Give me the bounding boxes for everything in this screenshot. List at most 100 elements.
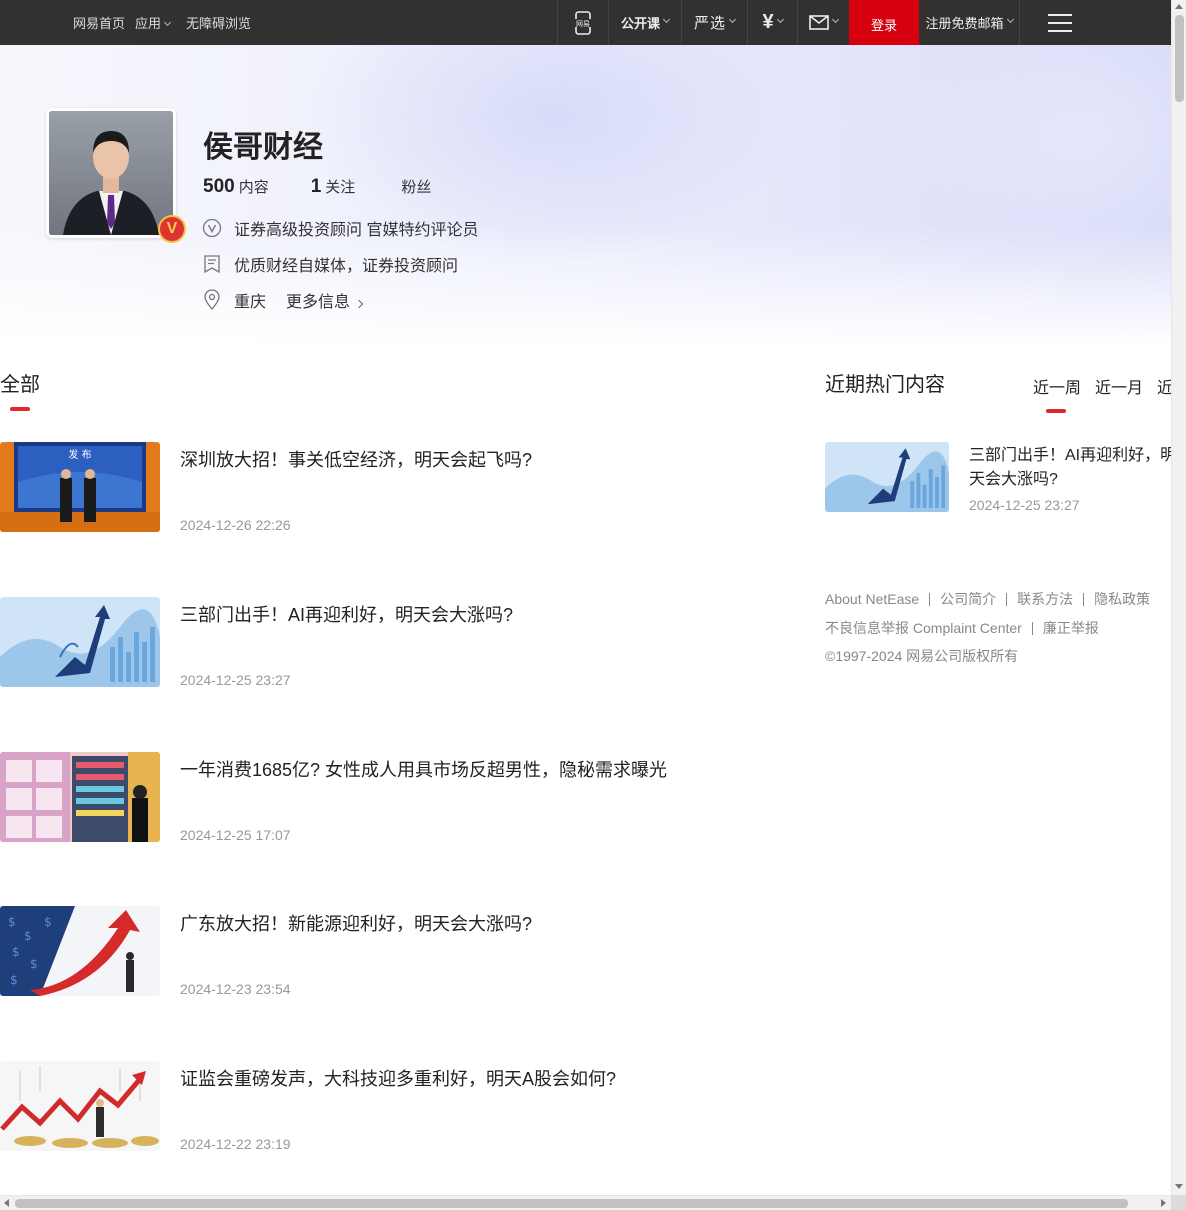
location-pin-icon (202, 289, 222, 310)
article-item[interactable]: 一年消费1685亿? 女性成人用具市场反超男性，隐秘需求曝光 2024-12-2… (0, 752, 760, 844)
copyright-label: ©1997-2024 网易公司版权所有 (825, 648, 1019, 664)
stat-content[interactable]: 500 内容 (203, 176, 269, 198)
yuan-icon: ¥ (762, 11, 774, 33)
more-info-label: 更多信息 (286, 294, 351, 311)
horizontal-scrollbar[interactable] (0, 1195, 1171, 1210)
stat-content-value: 500 (203, 176, 235, 197)
scroll-up-arrow-icon[interactable] (1175, 4, 1183, 9)
chevron-down-icon (662, 15, 671, 24)
register-mail-menu[interactable]: 注册免费邮箱 (919, 0, 1019, 45)
article-thumbnail[interactable]: 发 布 (0, 442, 160, 532)
verified-v-badge-icon: V (158, 215, 186, 243)
press-conference-image: 发 布 (0, 442, 160, 532)
payment-menu[interactable]: ¥ (747, 0, 797, 45)
stat-fans-label: 粉丝 (401, 179, 432, 196)
yanxuan-logo: 严选 (693, 14, 726, 32)
article-date: 2024-12-25 17:07 (180, 827, 291, 843)
more-info-link[interactable]: 更多信息 (286, 288, 364, 312)
mobile-app-button[interactable]: 网易 (557, 0, 608, 45)
stock-chart-arrow-image (0, 597, 160, 687)
description-row: 优质财经自媒体，证券投资顾问 (202, 252, 458, 276)
article-title[interactable]: 深圳放大招！事关低空经济，明天会起飞吗? (180, 446, 532, 472)
svg-text:$: $ (44, 915, 52, 929)
company-intro-link[interactable]: 公司简介 (940, 589, 996, 609)
hot-item-title[interactable]: 三部门出手！AI再迎利好，明天会大涨吗? (969, 444, 1171, 492)
article-title[interactable]: 证监会重磅发声，大科技迎多重利好，明天A股会如何? (180, 1065, 616, 1091)
stat-fans[interactable]: 粉丝 (397, 176, 431, 198)
vertical-scroll-thumb[interactable] (1175, 15, 1184, 102)
article-title[interactable]: 一年消费1685亿? 女性成人用具市场反超男性，隐秘需求曝光 (180, 756, 667, 782)
stat-following-value: 1 (310, 176, 322, 197)
chevron-down-icon (831, 15, 840, 24)
tab-all[interactable]: 全部 (0, 368, 40, 397)
tab-past-three-months[interactable]: 近三月 (1157, 374, 1171, 398)
hot-content-title: 近期热门内容 (825, 374, 945, 396)
profile-name: 侯哥财经 (203, 131, 323, 164)
open-course-label: 公开课 (620, 16, 660, 31)
avatar-portrait-image (49, 111, 173, 235)
article-thumbnail[interactable] (0, 752, 160, 842)
chevron-down-icon (163, 18, 172, 27)
article-title[interactable]: 三部门出手！AI再迎利好，明天会大涨吗? (180, 601, 513, 627)
chevron-right-icon (354, 299, 364, 309)
horizontal-scroll-thumb[interactable] (15, 1199, 1128, 1208)
scroll-left-arrow-icon[interactable] (4, 1199, 9, 1207)
accessibility-link[interactable]: 无障碍浏览 (186, 13, 251, 32)
article-title[interactable]: 广东放大招！新能源迎利好，明天会大涨吗? (180, 910, 532, 936)
footer-links-row-1: About NetEase 公司简介 联系方法 隐私政策 (825, 589, 1150, 609)
svg-text:$: $ (8, 915, 16, 929)
svg-text:发 布: 发 布 (68, 448, 91, 461)
article-item[interactable]: 证监会重磅发声，大科技迎多重利好，明天A股会如何? 2024-12-22 23:… (0, 1061, 760, 1153)
svg-text:$: $ (12, 945, 20, 959)
article-thumbnail[interactable]: $ $ $ $ $ $ (0, 906, 160, 996)
profile-stats: 500 内容 1 关注 粉丝 (203, 176, 431, 198)
hamburger-menu-button[interactable] (1019, 0, 1099, 45)
stock-chart-arrow-image (825, 442, 949, 512)
footer-links-row-2: 不良信息举报 Complaint Center 廉正举报 (825, 618, 1099, 638)
register-mail-label: 注册免费邮箱 (925, 16, 1004, 31)
chevron-down-icon (728, 15, 737, 24)
login-button[interactable]: 登录 (849, 0, 919, 48)
article-thumbnail[interactable] (0, 1061, 160, 1151)
verified-circle-icon (202, 218, 222, 238)
location-row: 重庆 更多信息 (202, 288, 364, 312)
mail-menu[interactable] (797, 0, 849, 45)
article-item[interactable]: $ $ $ $ $ $ 广东放大招！新能源迎利好，明天会大涨吗? 2024-12-23 2… (0, 906, 760, 998)
about-netease-link[interactable]: About NetEase (825, 591, 919, 607)
open-course-menu[interactable]: 公开课 (608, 0, 681, 45)
hot-item-date: 2024-12-25 23:27 (969, 497, 1080, 513)
location-text: 重庆 (234, 294, 267, 311)
contact-link[interactable]: 联系方法 (1017, 589, 1073, 609)
article-date: 2024-12-25 23:27 (180, 672, 291, 688)
scroll-down-arrow-icon[interactable] (1175, 1184, 1183, 1189)
top-left-links: 网易首页 应用 无障碍浏览 (73, 0, 251, 45)
scroll-right-arrow-icon[interactable] (1161, 1199, 1166, 1207)
mail-icon (809, 15, 829, 30)
article-date: 2024-12-22 23:19 (180, 1136, 291, 1152)
netease-home-link[interactable]: 网易首页 (73, 13, 125, 32)
verification-text: 证券高级投资顾问 官媒特约评论员 (234, 222, 479, 239)
svg-text:网易: 网易 (576, 20, 590, 28)
vending-shop-image (0, 752, 160, 842)
integrity-report-link[interactable]: 廉正举报 (1043, 618, 1099, 638)
article-thumbnail[interactable] (0, 597, 160, 687)
apps-menu[interactable]: 应用 (135, 13, 172, 32)
article-item[interactable]: 三部门出手！AI再迎利好，明天会大涨吗? 2024-12-25 23:27 (0, 597, 760, 689)
article-item[interactable]: 发 布 深圳放大招！事关低空经济，明天会起飞吗? 2024-12-26 22:2… (0, 442, 760, 534)
tab-past-month[interactable]: 近一月 (1095, 374, 1143, 398)
hot-content-item[interactable]: 三部门出手！AI再迎利好，明天会大涨吗? 2024-12-25 23:27 (825, 442, 1171, 514)
svg-text:$: $ (10, 973, 18, 987)
bookmark-icon (202, 254, 222, 274)
tab-past-week[interactable]: 近一周 (1033, 374, 1081, 398)
privacy-policy-link[interactable]: 隐私政策 (1094, 589, 1150, 609)
top-navbar: 网易首页 应用 无障碍浏览 网易 公开课 严选 ¥ 登录 注册免费邮箱 (0, 0, 1171, 48)
svg-text:$: $ (30, 957, 38, 971)
stat-following[interactable]: 1 关注 (311, 176, 356, 198)
hot-item-thumbnail[interactable] (825, 442, 949, 512)
tab-past-week-active-indicator (1046, 409, 1066, 413)
top-right-nav: 网易 公开课 严选 ¥ 登录 注册免费邮箱 (557, 0, 1099, 48)
yanxuan-menu[interactable]: 严选 (681, 0, 747, 45)
vertical-scrollbar[interactable] (1171, 0, 1186, 1195)
article-date: 2024-12-23 23:54 (180, 981, 291, 997)
complaint-center-link[interactable]: 不良信息举报 Complaint Center (825, 618, 1022, 638)
